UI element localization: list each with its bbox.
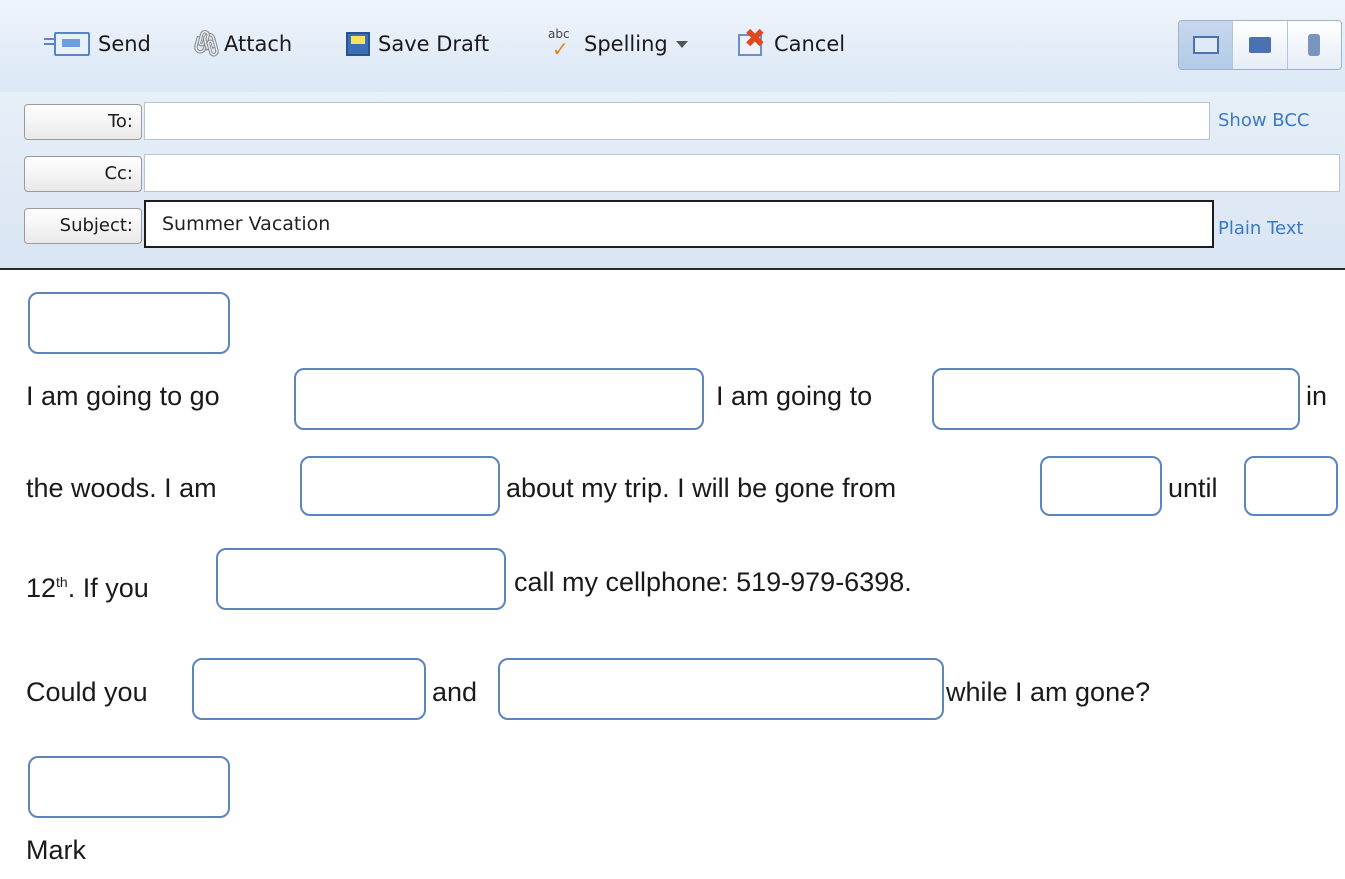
cancel-label: Cancel xyxy=(774,32,846,56)
spellcheck-icon: abc xyxy=(546,27,576,61)
blank-start-date[interactable] xyxy=(1040,456,1162,516)
message-view-button[interactable] xyxy=(1233,21,1288,69)
mail-view-icon xyxy=(1192,36,1219,54)
greeting-blank[interactable] xyxy=(28,292,230,354)
cc-field[interactable] xyxy=(144,154,1340,192)
body-text-line2-c: until xyxy=(1168,473,1218,503)
attach-label: Attach xyxy=(224,32,293,56)
attach-button[interactable]: 🖇 Attach xyxy=(190,26,292,62)
body-text-line3-b: call my cellphone: 519-979-6398. xyxy=(514,567,912,597)
paperclip-icon: 🖇 xyxy=(190,29,224,59)
body-text-line2-a: the woods. I am xyxy=(26,473,217,503)
to-button[interactable]: To: xyxy=(24,104,142,140)
body-text-line4-a: Could you xyxy=(26,677,148,707)
chevron-down-icon xyxy=(675,40,688,48)
cancel-icon: ✖ xyxy=(736,24,766,58)
show-bcc-link[interactable]: Show BCC xyxy=(1218,110,1309,131)
phone-view-icon xyxy=(1308,34,1321,56)
send-button[interactable]: Send xyxy=(42,26,151,62)
cancel-button[interactable]: ✖ Cancel xyxy=(736,24,846,62)
closing-blank[interactable] xyxy=(28,756,230,818)
blank-destination[interactable] xyxy=(294,368,704,430)
view-toggle-group xyxy=(1178,20,1342,70)
save-draft-label: Save Draft xyxy=(378,32,490,56)
body-text-line1-c: in xyxy=(1306,381,1328,411)
compose-toolbar: Send 🖇 Attach Save Draft abc Spelling ✖ … xyxy=(0,0,1345,93)
body-text-line1-a: I am going to go xyxy=(26,381,220,411)
phone-view-button[interactable] xyxy=(1287,21,1341,69)
blank-request-1[interactable] xyxy=(192,658,426,720)
subject-button[interactable]: Subject: xyxy=(24,208,142,244)
body-text-line3-a: 12th. If you xyxy=(26,573,149,603)
blank-feeling[interactable] xyxy=(300,456,500,516)
body-text-line2-b: about my trip. I will be gone from xyxy=(506,473,897,503)
blank-request-2[interactable] xyxy=(498,658,944,720)
signature: Mark xyxy=(26,835,86,865)
save-disk-icon xyxy=(346,32,370,56)
subject-field[interactable]: Summer Vacation xyxy=(144,200,1214,248)
body-text-line1-b: I am going to xyxy=(716,381,873,411)
address-header: To: Show BCC Cc: Subject: Summer Vacatio… xyxy=(0,92,1345,268)
save-draft-button[interactable]: Save Draft xyxy=(346,26,489,62)
to-field[interactable] xyxy=(144,102,1210,140)
body-text-line4-b: and xyxy=(432,677,478,707)
message-view-icon xyxy=(1248,37,1271,53)
spelling-dropdown[interactable]: abc Spelling xyxy=(546,26,688,62)
spelling-label: Spelling xyxy=(584,32,668,56)
plain-text-link[interactable]: Plain Text xyxy=(1218,218,1303,239)
blank-condition[interactable] xyxy=(216,548,506,610)
body-text-line4-c: while I am gone? xyxy=(946,677,1151,707)
send-icon xyxy=(44,32,90,56)
send-label: Send xyxy=(98,32,151,56)
blank-activity[interactable] xyxy=(932,368,1300,430)
cc-button[interactable]: Cc: xyxy=(24,156,142,192)
mail-view-button[interactable] xyxy=(1179,21,1234,69)
blank-end-month[interactable] xyxy=(1244,456,1338,516)
